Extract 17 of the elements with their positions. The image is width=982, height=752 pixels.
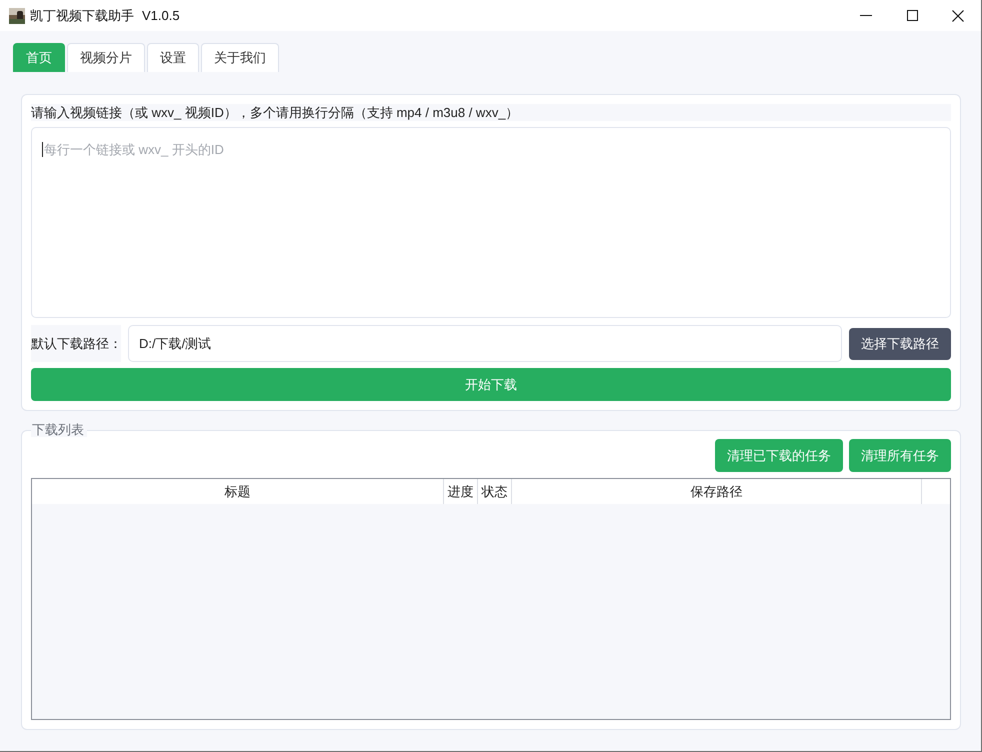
- version-label: V1.0.5: [142, 8, 180, 23]
- links-textarea[interactable]: 每行一个链接或 wxv_ 开头的ID: [31, 127, 951, 318]
- choose-path-button[interactable]: 选择下载路径: [849, 328, 951, 360]
- tab[interactable]: 设置: [147, 43, 199, 72]
- tab[interactable]: 视频分片: [67, 43, 145, 72]
- text-cursor: [42, 142, 43, 157]
- path-input[interactable]: D:/下载/测试: [128, 325, 842, 362]
- window-title: 凯丁视频下载助手: [30, 6, 134, 24]
- download-list-title: 下载列表: [31, 423, 87, 437]
- column-header[interactable]: 状态: [478, 479, 512, 504]
- minimize-icon: [860, 15, 872, 16]
- close-icon: [952, 10, 964, 22]
- path-label: 默认下载路径：: [31, 325, 121, 362]
- maximize-icon: [906, 10, 918, 21]
- app-icon: [9, 8, 25, 24]
- input-instructions: 请输入视频链接（或 wxv_ 视频ID），多个请用换行分隔（支持 mp4 / m3u8 / wxv_）: [31, 104, 951, 121]
- tab[interactable]: 关于我们: [201, 43, 279, 72]
